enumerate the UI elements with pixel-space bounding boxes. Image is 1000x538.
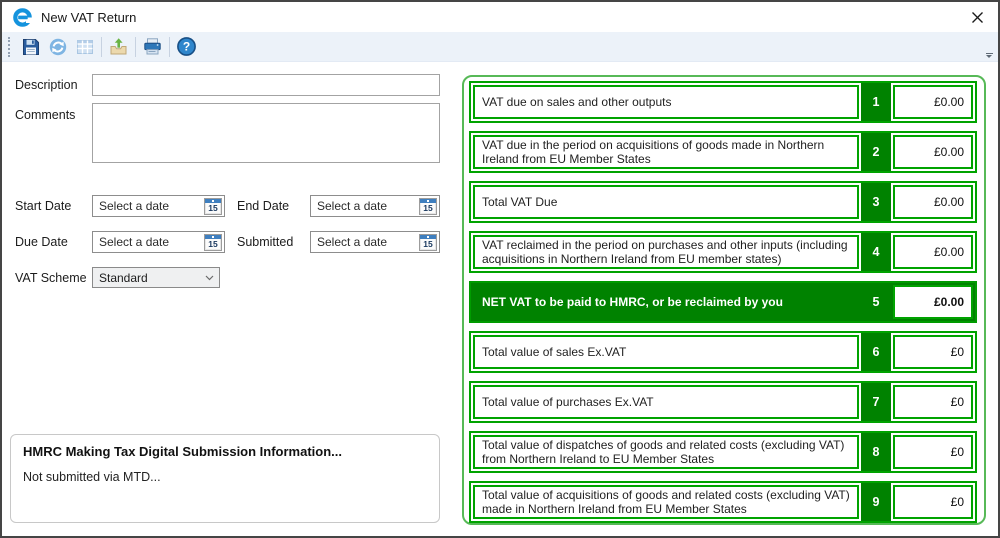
vat-box-number: 7 xyxy=(861,383,891,421)
save-button[interactable] xyxy=(17,33,44,60)
vat-box-number: 9 xyxy=(861,483,891,521)
vat-box-row-8: Total value of dispatches of goods and r… xyxy=(469,431,977,473)
vat-box-number: 2 xyxy=(861,133,891,171)
vat-box-row-3: Total VAT Due 3 £0.00 xyxy=(469,181,977,223)
start-date-label: Start Date xyxy=(15,199,92,213)
upload-button[interactable] xyxy=(105,33,132,60)
vat-box-value: £0 xyxy=(893,485,973,519)
vat-box-number: 1 xyxy=(861,83,891,121)
help-button[interactable]: ? xyxy=(173,33,200,60)
calendar-icon[interactable]: 15 xyxy=(204,234,222,251)
close-icon xyxy=(971,11,984,24)
print-icon xyxy=(142,36,163,57)
table-grid-icon xyxy=(75,37,95,57)
calendar-icon[interactable]: 15 xyxy=(419,198,437,215)
refresh-button[interactable] xyxy=(44,33,71,60)
vat-box-row-5-net: NET VAT to be paid to HMRC, or be reclai… xyxy=(469,281,977,323)
vat-box-value: £0.00 xyxy=(893,235,973,269)
vat-box-label: Total value of acquisitions of goods and… xyxy=(473,485,859,519)
vat-box-row-1: VAT due on sales and other outputs 1 £0.… xyxy=(469,81,977,123)
comments-row: Comments xyxy=(15,103,440,163)
comments-input[interactable] xyxy=(92,103,440,163)
chevron-down-icon xyxy=(205,275,214,281)
toolbar-overflow-icon xyxy=(986,53,993,54)
window-title: New VAT Return xyxy=(41,10,136,25)
easify-logo-icon xyxy=(12,7,33,28)
toolbar-separator xyxy=(101,37,102,57)
vat-box-label: Total value of dispatches of goods and r… xyxy=(473,435,859,469)
vat-box-label: Total value of purchases Ex.VAT xyxy=(473,385,859,419)
description-input[interactable] xyxy=(92,74,440,96)
vat-box-number: 8 xyxy=(861,433,891,471)
end-date-picker[interactable]: 15 xyxy=(310,195,440,217)
help-icon: ? xyxy=(176,36,197,57)
due-date-picker[interactable]: 15 xyxy=(92,231,225,253)
due-date-label: Due Date xyxy=(15,235,92,249)
vat-box-value: £0.00 xyxy=(893,135,973,169)
refresh-icon xyxy=(48,37,68,57)
toolbar: ? xyxy=(2,32,998,62)
vat-box-value: £0.00 xyxy=(893,185,973,219)
due-submitted-date-row: Due Date 15 Submitted 15 xyxy=(15,231,440,253)
start-date-input[interactable] xyxy=(93,199,204,213)
submitted-date-picker[interactable]: 15 xyxy=(310,231,440,253)
toolbar-separator xyxy=(169,37,170,57)
mtd-info-box: HMRC Making Tax Digital Submission Infor… xyxy=(10,434,440,523)
vat-box-row-9: Total value of acquisitions of goods and… xyxy=(469,481,977,523)
close-button[interactable] xyxy=(966,6,988,28)
calendar-icon[interactable]: 15 xyxy=(204,198,222,215)
vat-scheme-label: VAT Scheme xyxy=(15,271,92,285)
vat-box-value: £0.00 xyxy=(893,285,973,319)
toolbar-separator xyxy=(135,37,136,57)
vat-box-label: NET VAT to be paid to HMRC, or be reclai… xyxy=(473,285,859,319)
vat-box-number: 5 xyxy=(861,283,891,321)
mtd-status: Not submitted via MTD... xyxy=(23,470,427,484)
start-date-picker[interactable]: 15 xyxy=(92,195,225,217)
vat-box-value: £0 xyxy=(893,435,973,469)
vat-box-number: 4 xyxy=(861,233,891,271)
toolbar-grip-handle[interactable] xyxy=(8,37,12,57)
vat-scheme-row: VAT Scheme Standard xyxy=(15,267,220,288)
new-vat-return-window: New VAT Return xyxy=(0,0,1000,538)
vat-box-label: VAT due in the period on acquisitions of… xyxy=(473,135,859,169)
due-date-input[interactable] xyxy=(93,235,204,249)
table-grid-button[interactable] xyxy=(71,33,98,60)
mtd-heading: HMRC Making Tax Digital Submission Infor… xyxy=(23,444,427,459)
upload-icon xyxy=(108,36,129,57)
vat-scheme-value: Standard xyxy=(99,271,148,285)
vat-box-row-4: VAT reclaimed in the period on purchases… xyxy=(469,231,977,273)
vat-return-panel: VAT due on sales and other outputs 1 £0.… xyxy=(462,75,986,525)
vat-box-row-2: VAT due in the period on acquisitions of… xyxy=(469,131,977,173)
vat-box-label: VAT due on sales and other outputs xyxy=(473,85,859,119)
description-label: Description xyxy=(15,78,92,92)
submitted-date-input[interactable] xyxy=(311,235,419,249)
vat-box-value: £0 xyxy=(893,335,973,369)
vat-box-label: Total VAT Due xyxy=(473,185,859,219)
title-bar: New VAT Return xyxy=(2,2,998,32)
print-button[interactable] xyxy=(139,33,166,60)
vat-scheme-dropdown[interactable]: Standard xyxy=(92,267,220,288)
vat-box-number: 3 xyxy=(861,183,891,221)
calendar-icon[interactable]: 15 xyxy=(419,234,437,251)
vat-box-value: £0.00 xyxy=(893,85,973,119)
vat-box-row-7: Total value of purchases Ex.VAT 7 £0 xyxy=(469,381,977,423)
submitted-label: Submitted xyxy=(237,235,310,249)
comments-label: Comments xyxy=(15,108,92,122)
svg-text:?: ? xyxy=(183,40,190,54)
end-date-label: End Date xyxy=(237,199,310,213)
save-icon xyxy=(21,37,41,57)
start-end-date-row: Start Date 15 End Date 15 xyxy=(15,195,440,217)
vat-box-value: £0 xyxy=(893,385,973,419)
vat-box-label: Total value of sales Ex.VAT xyxy=(473,335,859,369)
description-row: Description xyxy=(15,74,440,96)
vat-box-row-6: Total value of sales Ex.VAT 6 £0 xyxy=(469,331,977,373)
vat-box-number: 6 xyxy=(861,333,891,371)
vat-box-label: VAT reclaimed in the period on purchases… xyxy=(473,235,859,269)
end-date-input[interactable] xyxy=(311,199,419,213)
toolbar-overflow-button[interactable] xyxy=(983,48,995,58)
